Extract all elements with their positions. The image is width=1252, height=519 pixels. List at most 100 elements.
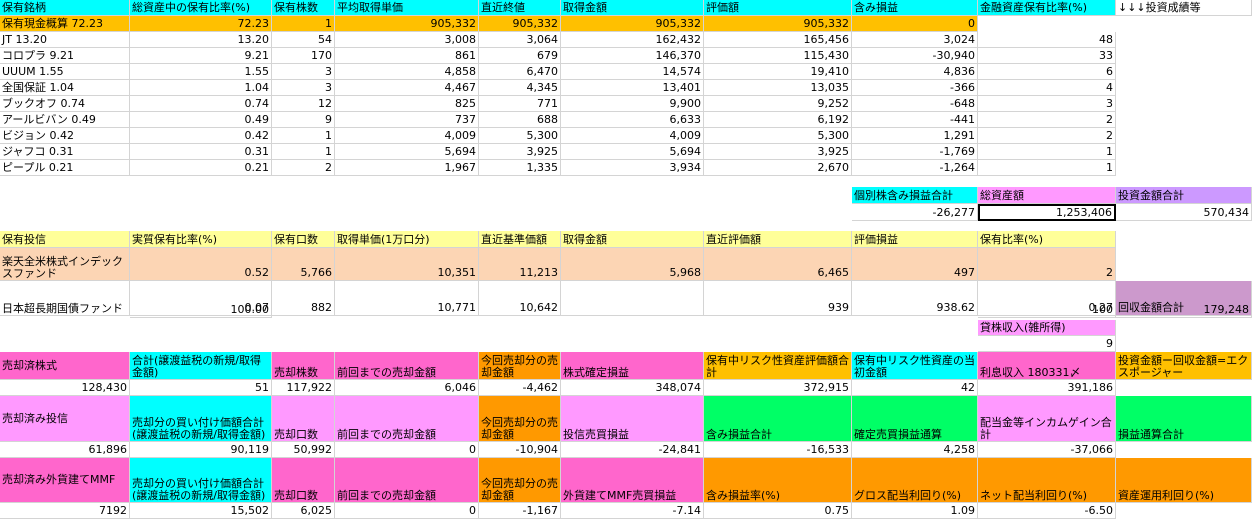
cash-cell-4[interactable]: 905,332	[479, 16, 561, 32]
sold-mmf-label-5[interactable]: 外貨建てMMF売買損益	[561, 458, 704, 503]
cash-cell-3[interactable]: 905,332	[335, 16, 479, 32]
sold-mmf-value-0[interactable]: 7192	[0, 503, 130, 519]
cash-cell-7[interactable]: 0	[852, 16, 978, 32]
sold-mmf-value-7[interactable]: 1.09	[852, 503, 978, 519]
stock-cell[interactable]: 2	[272, 160, 335, 176]
stock-cell[interactable]: 1,967	[335, 160, 479, 176]
summary-label-0[interactable]: 個別株含み損益合計	[852, 187, 978, 204]
stock-cell[interactable]: 1,335	[479, 160, 561, 176]
fund-cell[interactable]: 2	[978, 248, 1116, 281]
sold-mmf-label-4[interactable]: 今回売却分の売却金額	[479, 458, 561, 503]
stock-cell[interactable]: 9	[272, 112, 335, 128]
stock-header-3[interactable]: 平均取得単価	[335, 0, 479, 16]
stock-header-2[interactable]: 保有株数	[272, 0, 335, 16]
fund-cell[interactable]: 10,351	[335, 248, 479, 281]
stock-cell[interactable]: 19,410	[704, 64, 852, 80]
fund-header-4[interactable]: 直近基準価額	[479, 231, 561, 248]
summary-value-0[interactable]: -26,277	[852, 204, 978, 221]
stock-cell[interactable]: 13.20	[130, 32, 272, 48]
stock-cell[interactable]: 146,370	[561, 48, 704, 64]
stock-cell[interactable]: 1	[978, 144, 1116, 160]
stock-cell[interactable]: 1,291	[852, 128, 978, 144]
stock-cell[interactable]: 4,467	[335, 80, 479, 96]
sold-mmf-value-6[interactable]: 0.75	[704, 503, 852, 519]
stock-cell[interactable]: 3,925	[479, 144, 561, 160]
sold-fund-value-2[interactable]: 50,992	[272, 442, 335, 458]
stock-cell[interactable]: 13,035	[704, 80, 852, 96]
fund-header-0[interactable]: 保有投信	[0, 231, 130, 248]
stock-cell[interactable]: 0.31	[130, 144, 272, 160]
sold-fund-value-4[interactable]: -10,904	[479, 442, 561, 458]
fund-header-6[interactable]: 直近評価額	[704, 231, 852, 248]
sold-stock-label-9[interactable]: 投資金額ー回収金額=エクスポージャー	[1116, 352, 1252, 380]
sold-fund-label-1[interactable]: 売却分の買い付け価額合計(譲渡益税の新規/取得金額)	[130, 396, 272, 442]
stock-cell[interactable]: 1.55	[130, 64, 272, 80]
sold-fund-value-8[interactable]: -37,066	[978, 442, 1116, 458]
sold-stock-label-7[interactable]: 保有中リスク性資産の当初金額	[852, 352, 978, 380]
recovery-value[interactable]: 179,248	[1116, 302, 1252, 318]
sold-stock-value-0[interactable]: 128,430	[0, 380, 130, 396]
fund-cell[interactable]: 939	[704, 281, 852, 316]
stock-cell[interactable]: 4,009	[561, 128, 704, 144]
stock-cell[interactable]: 3,925	[704, 144, 852, 160]
fund-header-3[interactable]: 取得単価(1万口分)	[335, 231, 479, 248]
stock-cell[interactable]: 0.49	[130, 112, 272, 128]
sold-mmf-label-0[interactable]: 売却済み外貨建てMMF	[0, 458, 130, 503]
sold-mmf-label-7[interactable]: グロス配当利回り(%)	[852, 458, 978, 503]
cash-cell-6[interactable]: 905,332	[704, 16, 852, 32]
stock-cell[interactable]: 115,430	[704, 48, 852, 64]
sold-mmf-value-4[interactable]: -1,167	[479, 503, 561, 519]
stock-cell[interactable]: 33	[978, 48, 1116, 64]
sold-stock-label-8[interactable]: 利息収入 180331〆	[978, 352, 1116, 380]
sold-mmf-value-5[interactable]: -7.14	[561, 503, 704, 519]
cash-cell-1[interactable]: 72.23	[130, 16, 272, 32]
stock-cell[interactable]: 6,192	[704, 112, 852, 128]
cash-cell-0[interactable]: 保有現金概算 72.23	[0, 16, 130, 32]
stock-cell[interactable]: 170	[272, 48, 335, 64]
stock-cell[interactable]: 771	[479, 96, 561, 112]
stock-header-5[interactable]: 取得金額	[561, 0, 704, 16]
stock-cell[interactable]: 6,633	[561, 112, 704, 128]
stock-cell[interactable]: 3,024	[852, 32, 978, 48]
fund-total[interactable]: 100.00	[130, 302, 272, 318]
stock-cell[interactable]: 3,064	[479, 32, 561, 48]
fund-header-1[interactable]: 実質保有比率(%)	[130, 231, 272, 248]
fund-cell[interactable]: 497	[852, 248, 978, 281]
fund-cell[interactable]: 5,766	[272, 248, 335, 281]
sold-stock-value-7[interactable]: 42	[852, 380, 978, 396]
rental-value[interactable]: 9	[978, 336, 1116, 352]
stock-cell[interactable]: 13,401	[561, 80, 704, 96]
stock-cell[interactable]: ブックオフ 0.74	[0, 96, 130, 112]
stock-cell[interactable]: 9,900	[561, 96, 704, 112]
cash-cell-5[interactable]: 905,332	[561, 16, 704, 32]
sold-mmf-value-3[interactable]: 0	[335, 503, 479, 519]
stock-cell[interactable]: 5,694	[561, 144, 704, 160]
stock-cell[interactable]: 3,008	[335, 32, 479, 48]
sold-stock-value-1[interactable]: 51	[130, 380, 272, 396]
stock-cell[interactable]: 4,345	[479, 80, 561, 96]
stock-cell[interactable]: 2,670	[704, 160, 852, 176]
stock-cell[interactable]: ピープル 0.21	[0, 160, 130, 176]
fund-cell[interactable]: 938.62	[852, 281, 978, 316]
recovery-ratio[interactable]: 100	[978, 302, 1116, 318]
sold-stock-label-4[interactable]: 今回売却分の売却金額	[479, 352, 561, 380]
sold-fund-label-6[interactable]: 含み損益合計	[704, 396, 852, 442]
sold-fund-label-9[interactable]: 損益通算合計	[1116, 396, 1252, 442]
sold-mmf-label-1[interactable]: 売却分の買い付け価額合計(譲渡益税の新規/取得金額)	[130, 458, 272, 503]
stock-cell[interactable]: 4,009	[335, 128, 479, 144]
stock-cell[interactable]: 2	[978, 128, 1116, 144]
sold-stock-label-0[interactable]: 売却済株式	[0, 352, 130, 380]
sold-stock-value-3[interactable]: 6,046	[335, 380, 479, 396]
sold-stock-value-5[interactable]: 348,074	[561, 380, 704, 396]
stock-cell[interactable]: 3,934	[561, 160, 704, 176]
stock-cell[interactable]: ビジョン 0.42	[0, 128, 130, 144]
stock-cell[interactable]: 4	[978, 80, 1116, 96]
stock-cell[interactable]: UUUM 1.55	[0, 64, 130, 80]
fund-cell[interactable]: 6,465	[704, 248, 852, 281]
stock-cell[interactable]: 9.21	[130, 48, 272, 64]
sold-fund-label-2[interactable]: 売却口数	[272, 396, 335, 442]
stock-cell[interactable]: -1,769	[852, 144, 978, 160]
stock-cell[interactable]: 3	[978, 96, 1116, 112]
rental-label[interactable]: 貸株収入(雑所得)	[978, 320, 1116, 336]
stock-cell[interactable]: コロプラ 9.21	[0, 48, 130, 64]
